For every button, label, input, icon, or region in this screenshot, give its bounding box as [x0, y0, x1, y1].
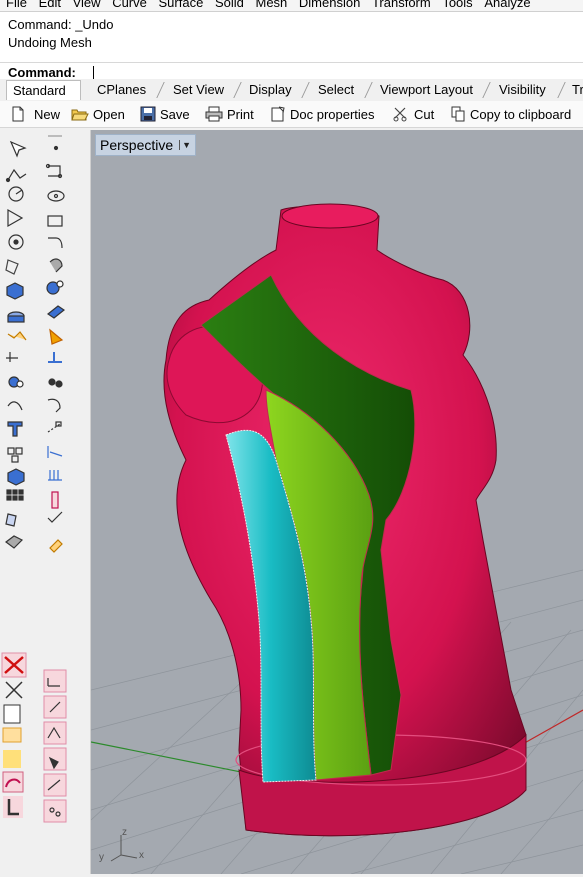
print-button[interactable]: Print [205, 104, 254, 124]
open-button[interactable]: Open [71, 104, 125, 124]
menu-tools[interactable]: Tools [442, 0, 472, 11]
command-history: Command: _Undo Undoing Mesh Command: [0, 12, 583, 85]
new-document-icon [10, 106, 26, 122]
perspective-viewport[interactable]: Perspective ▼ z x y [91, 130, 583, 874]
menu-curve[interactable]: Curve [112, 0, 147, 11]
menu-file[interactable]: File [6, 0, 27, 11]
printer-icon [205, 106, 223, 122]
tab-set-view[interactable]: Set View [167, 80, 230, 100]
left-toolbox-primary [0, 130, 41, 874]
tab-separator [482, 82, 491, 98]
menu-edit[interactable]: Edit [39, 0, 61, 11]
menu-surface[interactable]: Surface [159, 0, 204, 11]
tab-cplanes[interactable]: CPlanes [91, 80, 152, 100]
new-label: New [34, 106, 61, 122]
tab-separator [233, 82, 242, 98]
tab-standard[interactable]: Standard [6, 80, 81, 100]
open-label: Open [93, 106, 125, 122]
tab-display[interactable]: Display [243, 80, 298, 100]
tab-transform[interactable]: Tr [566, 80, 583, 100]
copy-label: Copy to clipboard [470, 106, 572, 122]
axis-x-label: x [139, 850, 144, 861]
doc-properties-button[interactable]: Doc properties [270, 104, 375, 124]
toolbar-tabs: Standard CPlanes Set View Display Select… [0, 79, 583, 101]
viewport-scene [91, 203, 583, 874]
axis-y-label: y [99, 852, 104, 863]
left-toolbox-secondary [40, 130, 91, 874]
doc-properties-label: Doc properties [290, 106, 375, 122]
command-prompt-label: Command: [8, 65, 76, 80]
cut-label: Cut [414, 106, 435, 122]
primary-tool-icons [1, 140, 27, 818]
menu-bar: File Edit View Curve Surface Solid Mesh … [0, 0, 583, 12]
floppy-disk-icon [140, 106, 156, 122]
copy-to-clipboard-button[interactable]: Copy to clipboard [450, 104, 571, 124]
tab-separator [301, 82, 310, 98]
dropdown-arrow-icon[interactable]: ▼ [179, 140, 191, 150]
viewport-title: Perspective [100, 137, 174, 153]
menu-view[interactable]: View [73, 0, 101, 11]
tab-visibility[interactable]: Visibility [493, 80, 552, 100]
new-button[interactable]: New [10, 104, 60, 124]
viewport-title-tab[interactable]: Perspective ▼ [95, 134, 197, 156]
tab-separator [364, 82, 373, 98]
save-label: Save [160, 106, 190, 122]
tab-viewport-layout[interactable]: Viewport Layout [374, 80, 479, 100]
menu-transform[interactable]: Transform [372, 0, 431, 11]
folder-open-icon [71, 106, 89, 122]
menu-mesh[interactable]: Mesh [255, 0, 287, 11]
menu-analyze[interactable]: Analyze [484, 0, 530, 11]
copy-icon [450, 106, 466, 122]
tab-separator [557, 82, 566, 98]
save-button[interactable]: Save [140, 104, 190, 124]
command-history-line: Command: _Undo [8, 17, 114, 32]
menu-solid[interactable]: Solid [215, 0, 244, 11]
menu-dimension[interactable]: Dimension [299, 0, 360, 11]
neck-top [281, 203, 379, 229]
tab-select[interactable]: Select [312, 80, 360, 100]
standard-toolbar: New Open Save Print Doc properties Cut C… [0, 101, 583, 128]
print-label: Print [227, 106, 254, 122]
cut-button[interactable]: Cut [392, 104, 434, 124]
command-history-line: Undoing Mesh [8, 35, 92, 50]
axis-z-label: z [122, 827, 127, 838]
scissors-icon [392, 106, 408, 122]
axis-gizmo [110, 835, 138, 862]
tab-separator [156, 82, 165, 98]
document-properties-icon [270, 106, 286, 122]
secondary-tool-icons [43, 135, 67, 823]
